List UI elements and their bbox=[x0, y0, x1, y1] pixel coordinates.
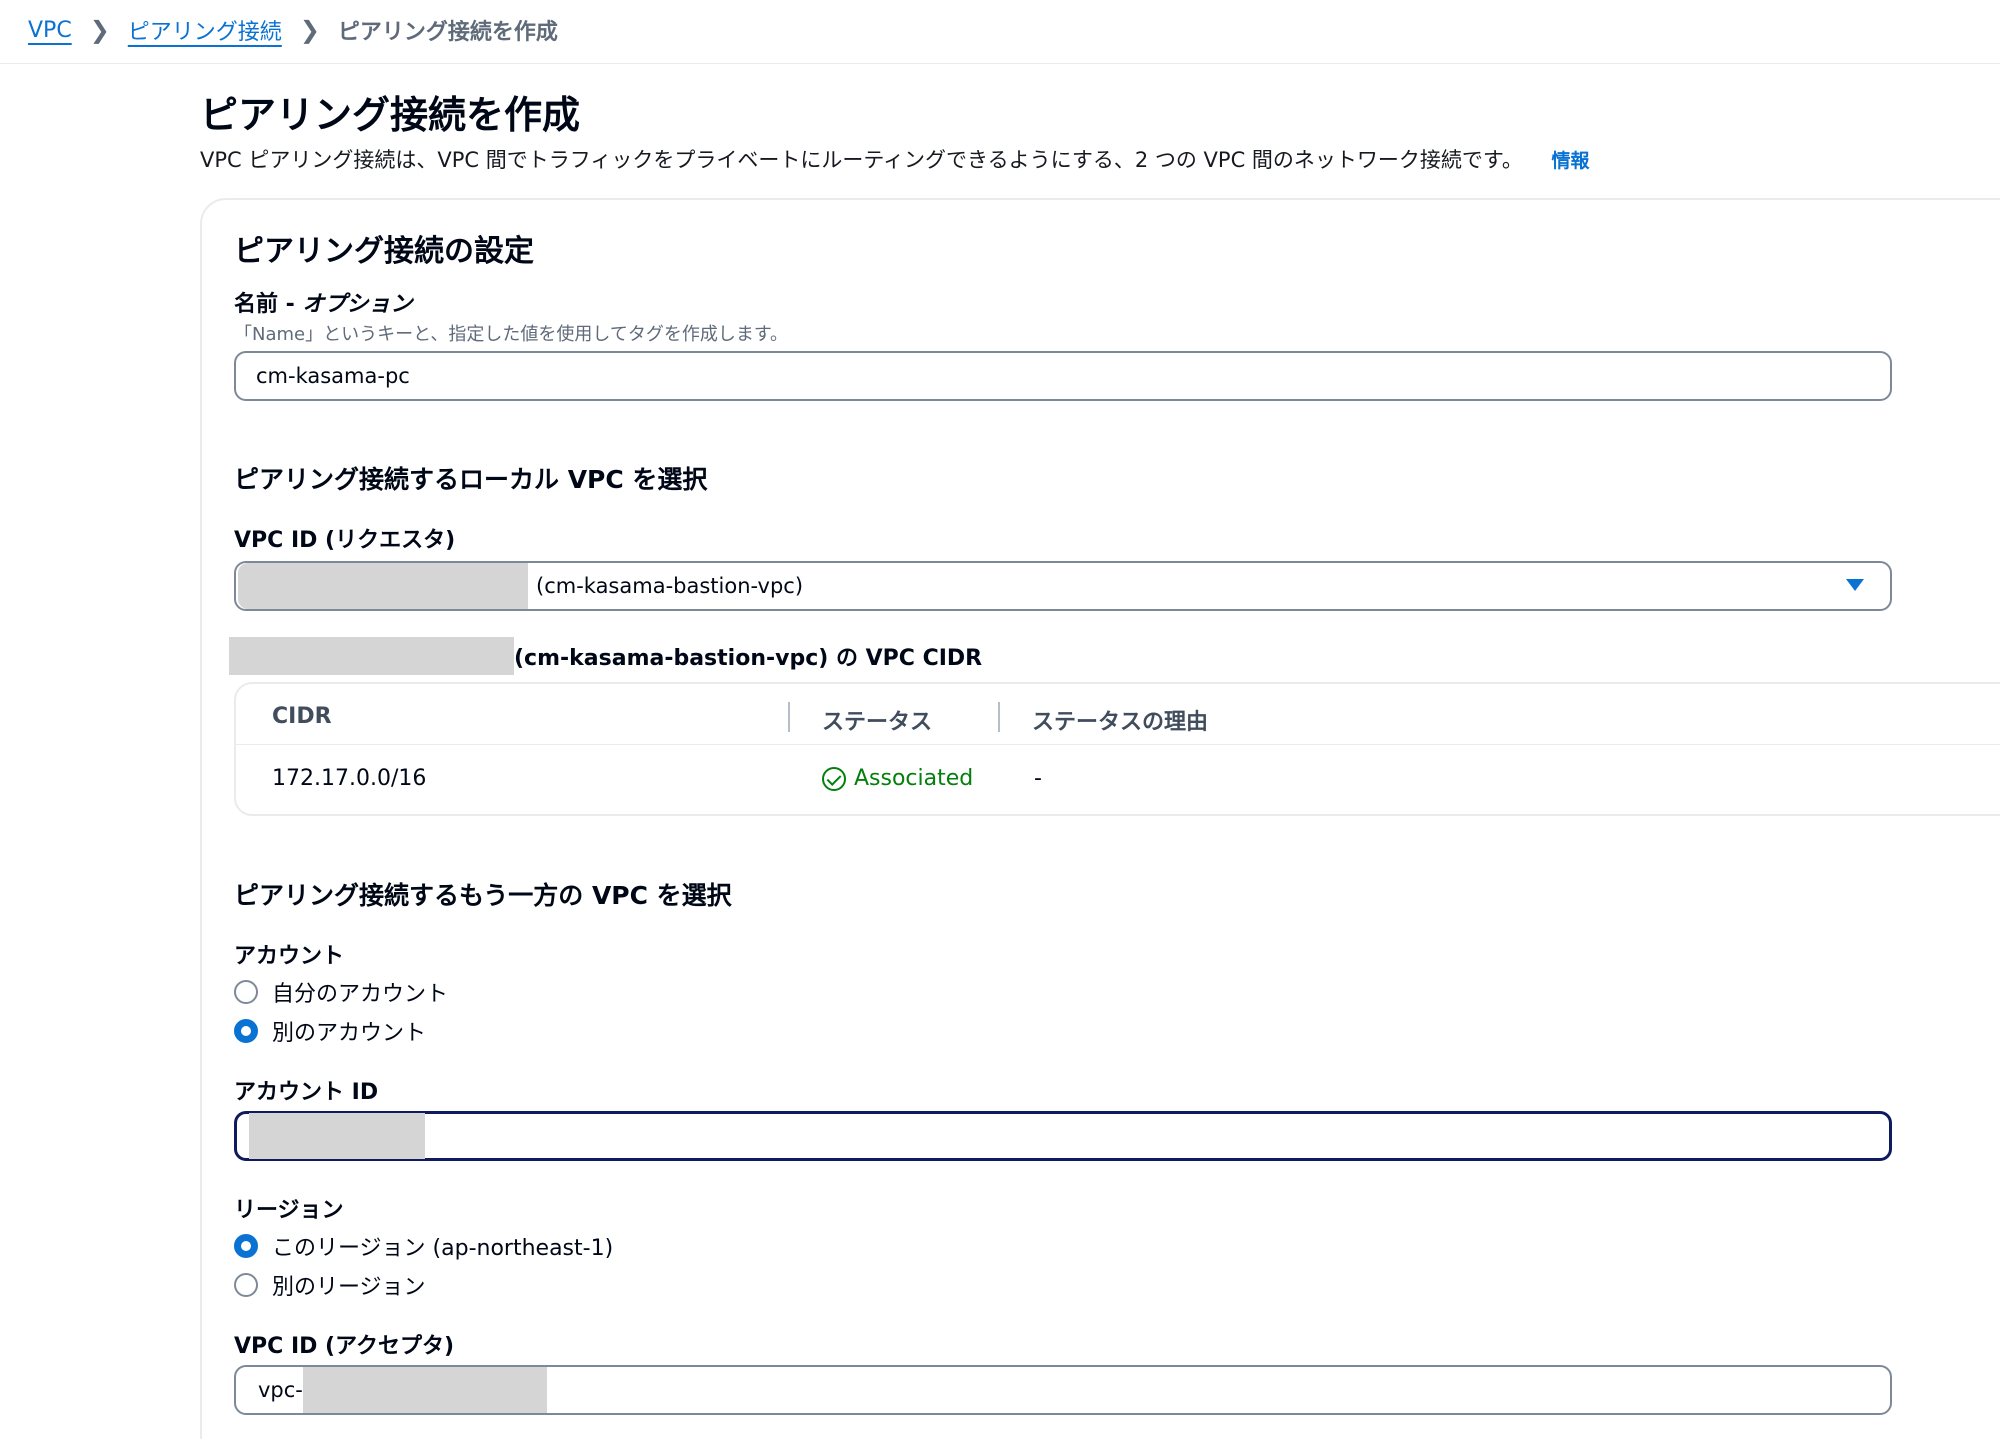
region-label: リージョン bbox=[234, 1198, 344, 1223]
radio-my-account[interactable]: 自分のアカウント bbox=[234, 976, 448, 1008]
breadcrumb-link-vpc[interactable]: VPC bbox=[28, 18, 72, 43]
radio-label: 別のアカウント bbox=[272, 1021, 427, 1046]
name-label-optional: オプション bbox=[302, 292, 413, 317]
radio-label: 別のリージョン bbox=[272, 1275, 426, 1300]
breadcrumb-current: ピアリング接続を作成 bbox=[337, 20, 558, 45]
breadcrumb-link-peering[interactable]: ピアリング接続 bbox=[128, 14, 282, 46]
radio-other-account[interactable]: 別のアカウント bbox=[234, 1015, 426, 1047]
status-text: Associated bbox=[854, 766, 974, 791]
cell-reason: - bbox=[1034, 766, 1042, 791]
redacted-account-id bbox=[249, 1113, 425, 1159]
name-input[interactable]: cm-kasama-pc bbox=[234, 351, 1892, 401]
requester-vpc-value: (cm-kasama-bastion-vpc) bbox=[536, 574, 804, 598]
radio-button[interactable] bbox=[234, 1273, 258, 1297]
redacted-vpc-id bbox=[302, 1367, 547, 1413]
cell-cidr: 172.17.0.0/16 bbox=[272, 766, 427, 791]
column-header-cidr: CIDR bbox=[272, 704, 332, 729]
page-description: VPC ピアリング接続は、VPC 間でトラフィックをプライベートにルーティングで… bbox=[200, 144, 1590, 174]
name-label-main: 名前 - bbox=[234, 292, 303, 317]
account-id-label: アカウント ID bbox=[234, 1080, 379, 1105]
settings-title: ピアリング接続の設定 bbox=[234, 234, 534, 269]
cidr-table: CIDR ステータス ステータスの理由 172.17.0.0/16 Associ… bbox=[234, 682, 2000, 816]
peer-vpc-title: ピアリング接続するもう一方の VPC を選択 bbox=[234, 881, 732, 910]
radio-button[interactable] bbox=[234, 1234, 258, 1258]
name-input-value: cm-kasama-pc bbox=[256, 364, 410, 388]
column-divider bbox=[998, 702, 1000, 732]
cell-status: Associated bbox=[822, 766, 973, 791]
requester-vpc-select[interactable]: (cm-kasama-bastion-vpc) bbox=[234, 561, 1892, 611]
accepter-vpc-label: VPC ID (アクセプタ) bbox=[234, 1334, 455, 1359]
page-description-text: VPC ピアリング接続は、VPC 間でトラフィックをプライベートにルーティングで… bbox=[200, 148, 1523, 172]
caret-down-icon bbox=[1846, 579, 1864, 591]
name-hint: 「Name」というキーと、指定した値を使用してタグを作成します。 bbox=[234, 324, 789, 345]
accepter-vpc-prefix: vpc- bbox=[258, 1378, 303, 1402]
info-link[interactable]: 情報 bbox=[1552, 150, 1590, 172]
name-label: 名前 - オプション bbox=[234, 286, 412, 318]
column-header-reason: ステータスの理由 bbox=[1032, 710, 1209, 735]
radio-label: このリージョン (ap-northeast-1) bbox=[272, 1236, 614, 1261]
account-label: アカウント bbox=[234, 944, 345, 969]
cidr-caption-text: (cm-kasama-bastion-vpc) の VPC CIDR bbox=[514, 646, 983, 671]
radio-button[interactable] bbox=[234, 980, 258, 1004]
radio-this-region[interactable]: このリージョン (ap-northeast-1) bbox=[234, 1230, 613, 1262]
header-divider bbox=[0, 63, 2000, 64]
cidr-caption: (cm-kasama-bastion-vpc) の VPC CIDR bbox=[229, 637, 982, 675]
page-title: ピアリング接続を作成 bbox=[200, 93, 581, 137]
radio-button[interactable] bbox=[234, 1019, 258, 1043]
column-divider bbox=[788, 702, 790, 732]
breadcrumb: VPC ❯ ピアリング接続 ❯ ピアリング接続を作成 bbox=[28, 12, 558, 48]
column-header-status: ステータス bbox=[822, 710, 933, 735]
table-divider bbox=[236, 744, 2000, 745]
radio-label: 自分のアカウント bbox=[272, 982, 449, 1007]
redacted-vpc-id bbox=[238, 563, 528, 609]
radio-other-region[interactable]: 別のリージョン bbox=[234, 1269, 426, 1301]
requester-vpc-label: VPC ID (リクエスタ) bbox=[234, 528, 456, 553]
accepter-vpc-input[interactable]: vpc- bbox=[234, 1365, 1892, 1415]
chevron-right-icon: ❯ bbox=[299, 16, 320, 44]
check-circle-icon bbox=[822, 766, 846, 791]
local-vpc-title: ピアリング接続するローカル VPC を選択 bbox=[234, 465, 708, 494]
chevron-right-icon: ❯ bbox=[89, 16, 110, 44]
redacted-vpc-id bbox=[229, 637, 514, 675]
account-id-input[interactable] bbox=[234, 1111, 1892, 1161]
